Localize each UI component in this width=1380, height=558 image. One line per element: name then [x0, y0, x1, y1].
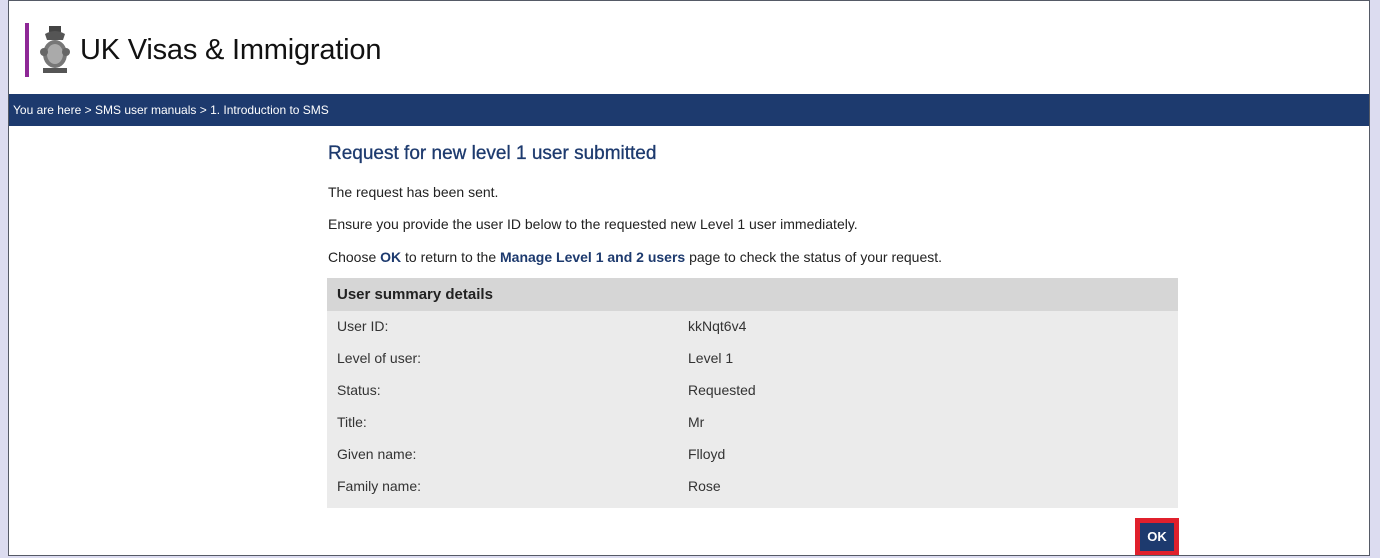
breadcrumb-separator: >	[84, 103, 92, 117]
ok-button[interactable]: OK	[1140, 522, 1174, 551]
summary-row: Title: Mr	[327, 407, 1178, 439]
summary-row: Level of user: Level 1	[327, 343, 1178, 375]
next-step-pre: Choose	[328, 249, 377, 265]
manage-users-reference: Manage Level 1 and 2 users	[500, 249, 686, 265]
ok-reference: OK	[380, 249, 402, 265]
breadcrumb-item-introduction[interactable]: 1. Introduction to SMS	[210, 103, 329, 117]
row-value: Flloyd	[688, 446, 726, 462]
breadcrumb-item-sms-user-manuals[interactable]: SMS user manuals	[95, 103, 196, 117]
row-label: User ID:	[337, 318, 389, 334]
instruction-text: Ensure you provide the user ID below to …	[328, 216, 858, 232]
user-summary-table: User summary details User ID: kkNqt6v4 L…	[327, 278, 1178, 508]
row-label: Title:	[337, 414, 367, 430]
ok-button-highlight: OK	[1135, 518, 1179, 555]
row-label: Status:	[337, 382, 381, 398]
next-step-post: page to check the status of your request…	[689, 249, 943, 265]
row-label: Level of user:	[337, 350, 422, 366]
summary-row: User ID: kkNqt6v4	[327, 311, 1178, 343]
row-value: Level 1	[688, 350, 734, 366]
breadcrumb: You are here > SMS user manuals > 1. Int…	[9, 94, 1369, 126]
summary-row: Given name: Flloyd	[327, 439, 1178, 471]
confirmation-text: The request has been sent.	[328, 184, 499, 200]
summary-heading: User summary details	[327, 278, 1178, 311]
row-label: Given name:	[337, 446, 417, 462]
row-value: kkNqt6v4	[688, 318, 747, 334]
row-value: Requested	[688, 382, 756, 398]
breadcrumb-separator: >	[199, 103, 207, 117]
summary-row: Family name: Rose	[327, 471, 1178, 503]
row-value: Mr	[688, 414, 705, 430]
brand-accent-bar	[25, 23, 29, 77]
summary-row: Status: Requested	[327, 375, 1178, 407]
page-title: Request for new level 1 user submitted	[328, 143, 657, 164]
row-value: Rose	[688, 478, 721, 494]
row-label: Family name:	[337, 478, 422, 494]
next-step-text: Choose OK to return to the Manage Level …	[328, 249, 942, 265]
breadcrumb-prefix: You are here	[13, 103, 82, 117]
site-header: UK Visas & Immigration	[9, 1, 1369, 94]
next-step-mid: to return to the	[405, 249, 497, 265]
brand-name[interactable]: UK Visas & Immigration	[80, 34, 381, 67]
page-frame: UK Visas & Immigration You are here > SM…	[8, 0, 1370, 556]
royal-crest-icon	[40, 26, 70, 73]
